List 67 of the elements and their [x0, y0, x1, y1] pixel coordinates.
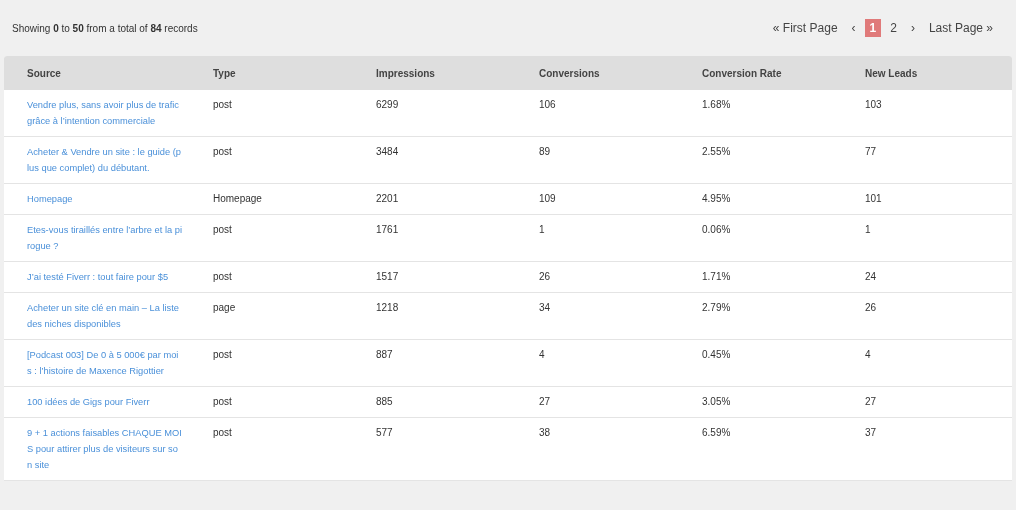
source-link[interactable]: Etes-vous tiraillés entre l’arbre et la pirogue ? — [27, 222, 183, 254]
rate-cell: 1.71% — [702, 271, 731, 282]
type-cell: post — [213, 99, 232, 110]
leads-cell: 37 — [865, 427, 877, 438]
conversions-cell: 89 — [539, 146, 551, 157]
impressions-cell: 885 — [376, 396, 393, 407]
leads-cell: 4 — [865, 349, 871, 360]
conversions-cell: 109 — [539, 193, 556, 204]
impressions-cell: 1517 — [376, 271, 399, 282]
rate-cell: 0.06% — [702, 224, 731, 235]
source-link[interactable]: Acheter un site clé en main – La liste des niches disponibles — [27, 300, 183, 332]
impressions-cell: 2201 — [376, 193, 399, 204]
conversions-cell: 26 — [539, 271, 551, 282]
column-header: New Leads — [865, 67, 918, 79]
conversions-cell: 34 — [539, 302, 551, 313]
source-link[interactable]: Homepage — [27, 191, 183, 207]
type-cell: post — [213, 224, 232, 235]
rate-cell: 2.79% — [702, 302, 731, 313]
type-cell: page — [213, 302, 236, 313]
rate-cell: 1.68% — [702, 99, 731, 110]
leads-cell: 24 — [865, 271, 877, 282]
column-header: Conversion Rate — [702, 67, 782, 79]
previous-page-link[interactable]: ‹ — [846, 19, 861, 37]
leads-cell: 101 — [865, 193, 882, 204]
type-cell: post — [213, 271, 232, 282]
impressions-cell: 1761 — [376, 224, 399, 235]
column-header: Source — [27, 67, 61, 79]
source-link[interactable]: 100 idées de Gigs pour Fiverr — [27, 394, 183, 410]
records-summary: Showing 0 to 50 from a total of 84 records — [12, 22, 198, 34]
leads-cell: 1 — [865, 224, 871, 235]
conversions-cell: 1 — [539, 224, 545, 235]
impressions-cell: 887 — [376, 349, 393, 360]
first-page-link[interactable]: « First Page — [767, 19, 843, 37]
rate-cell: 3.05% — [702, 396, 731, 407]
page-link[interactable]: 1 — [864, 19, 882, 37]
source-link[interactable]: Acheter & Vendre un site : le guide (plus que complet) du débutant. — [27, 144, 183, 176]
column-header: Conversions — [539, 67, 600, 79]
impressions-cell: 6299 — [376, 99, 399, 110]
source-link[interactable]: 9 + 1 actions faisables CHAQUE MOIS pour attirer plus de visiteurs sur son site — [27, 425, 183, 473]
leads-cell: 26 — [865, 302, 877, 313]
conversions-cell: 106 — [539, 99, 556, 110]
conversions-cell: 27 — [539, 396, 551, 407]
rate-cell: 0.45% — [702, 349, 731, 360]
conversions-cell: 38 — [539, 427, 551, 438]
source-link[interactable]: [Podcast 003] De 0 à 5 000€ par mois : l’histoire de Maxence Rigottier — [27, 347, 183, 379]
type-cell: post — [213, 349, 232, 360]
last-page-link[interactable]: Last Page » — [923, 19, 998, 37]
impressions-cell: 577 — [376, 427, 393, 438]
type-cell: post — [213, 146, 232, 157]
column-header: Impressions — [376, 67, 435, 79]
source-link[interactable]: Vendre plus, sans avoir plus de trafic grâce à l’intention commerciale — [27, 97, 183, 129]
type-cell: Homepage — [213, 193, 262, 204]
page-link[interactable]: 2 — [885, 19, 902, 37]
rate-cell: 6.59% — [702, 427, 731, 438]
rate-cell: 4.95% — [702, 193, 731, 204]
type-cell: post — [213, 427, 232, 438]
column-header: Type — [213, 67, 236, 79]
leads-cell: 27 — [865, 396, 877, 407]
conversions-cell: 4 — [539, 349, 545, 360]
source-link[interactable]: J’ai testé Fiverr : tout faire pour $5 — [27, 269, 183, 285]
leads-cell: 77 — [865, 146, 877, 157]
leads-cell: 103 — [865, 99, 882, 110]
type-cell: post — [213, 396, 232, 407]
next-page-link[interactable]: › — [905, 19, 920, 37]
impressions-cell: 1218 — [376, 302, 399, 313]
rate-cell: 2.55% — [702, 146, 731, 157]
impressions-cell: 3484 — [376, 146, 399, 157]
